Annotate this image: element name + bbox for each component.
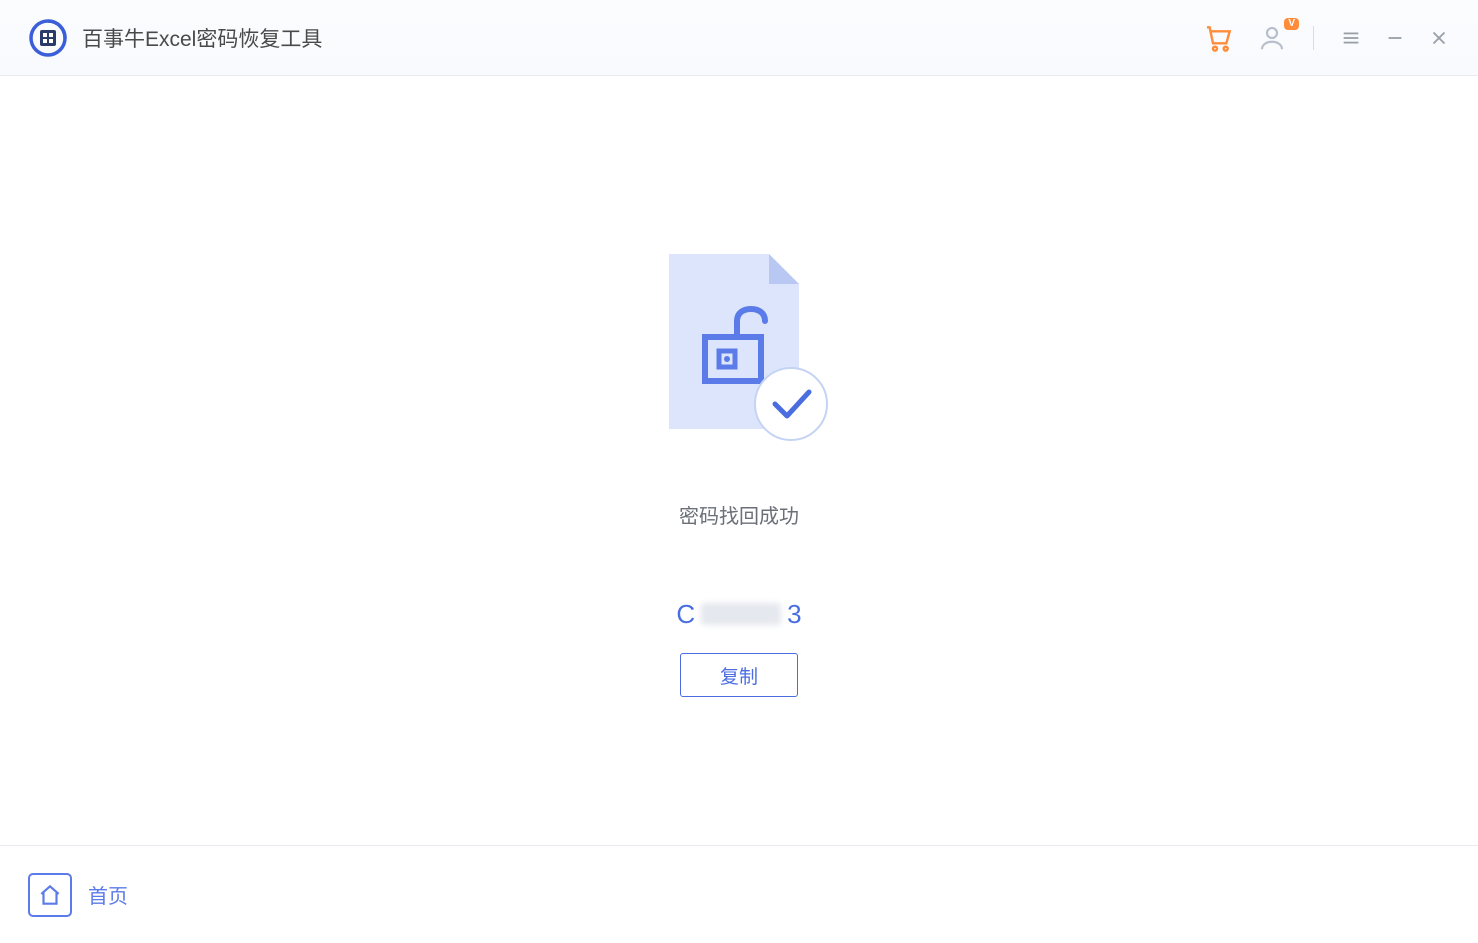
close-icon[interactable]	[1428, 27, 1450, 49]
cart-icon[interactable]	[1203, 22, 1235, 54]
password-masked-middle	[701, 603, 781, 625]
success-file-icon	[649, 254, 829, 444]
copy-button[interactable]: 复制	[680, 653, 798, 697]
home-link[interactable]: 首页	[28, 873, 128, 917]
divider	[1313, 26, 1314, 50]
main-content: 密码找回成功 C 3 复制	[0, 76, 1478, 845]
title-bar: 百事牛Excel密码恢复工具 V	[0, 0, 1478, 76]
password-suffix: 3	[787, 599, 801, 630]
minimize-icon[interactable]	[1384, 27, 1406, 49]
app-logo-icon	[28, 18, 68, 58]
home-icon	[28, 873, 72, 917]
menu-icon[interactable]	[1340, 27, 1362, 49]
success-message: 密码找回成功	[679, 500, 799, 529]
vip-badge: V	[1284, 18, 1299, 30]
home-label: 首页	[88, 880, 128, 909]
app-title: 百事牛Excel密码恢复工具	[82, 23, 322, 53]
header-left: 百事牛Excel密码恢复工具	[28, 18, 322, 58]
recovered-password: C 3	[676, 599, 801, 631]
password-prefix: C	[676, 599, 695, 630]
header-right: V	[1203, 22, 1450, 54]
footer: 首页	[0, 845, 1478, 943]
user-icon[interactable]: V	[1257, 23, 1287, 53]
